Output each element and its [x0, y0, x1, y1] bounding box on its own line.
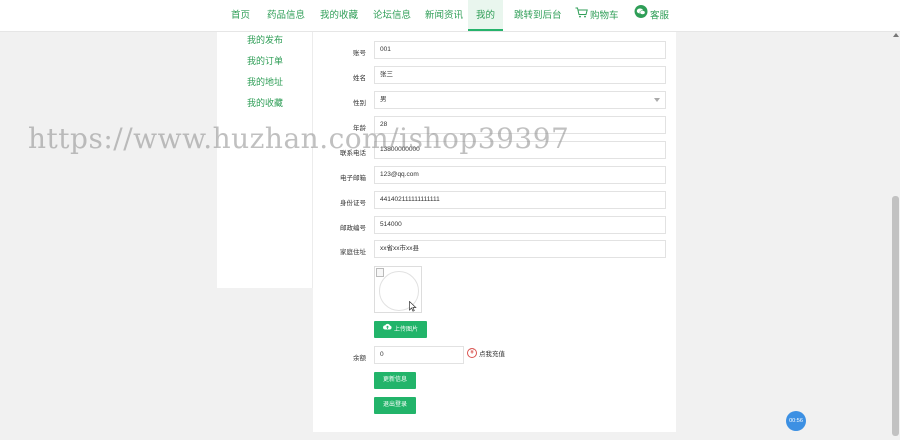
nav-label: 新闻资讯 — [425, 10, 464, 21]
chevron-down-icon — [654, 98, 660, 102]
sidebar-item-my-address[interactable]: 我的地址 — [247, 75, 283, 88]
nav-mine[interactable]: 我的 — [468, 0, 503, 31]
field-label: 身份证号 — [340, 200, 366, 207]
mouse-cursor-icon — [409, 299, 417, 317]
update-info-button[interactable]: 更新信息 — [374, 372, 416, 389]
age-field[interactable]: 28 — [374, 116, 666, 134]
sidebar-item-my-favorites[interactable]: 我的收藏 — [247, 96, 283, 109]
gender-select[interactable]: 男 — [374, 91, 666, 109]
recharge-label: 点我充值 — [479, 351, 505, 358]
nav-drug-info[interactable]: 药品信息 — [267, 0, 305, 30]
nav-cart[interactable]: 购物车 — [575, 0, 619, 30]
field-label: 家庭住址 — [340, 249, 366, 256]
field-label: 电子邮箱 — [340, 175, 366, 182]
recharge-link[interactable]: ¥ 点我充值 — [467, 348, 505, 358]
upload-image-button[interactable]: 上传图片 — [374, 321, 427, 338]
field-label: 年龄 — [353, 125, 366, 132]
address-field[interactable]: xx省xx市xx县 — [374, 240, 666, 258]
nav-service[interactable]: 客服 — [634, 0, 669, 30]
sidebar: 我的发布 我的订单 我的地址 我的收藏 — [217, 32, 313, 288]
field-label: 性别 — [353, 100, 366, 107]
field-label: 账号 — [353, 50, 366, 57]
wechat-icon — [634, 0, 648, 32]
gender-value: 男 — [380, 96, 387, 103]
phone-field[interactable]: 13800000000 — [374, 141, 666, 159]
nav-forum[interactable]: 论坛信息 — [373, 0, 411, 30]
field-label: 邮政编号 — [340, 225, 366, 232]
nav-label: 购物车 — [590, 10, 619, 22]
floating-timer-badge[interactable]: 00:56 — [786, 411, 806, 431]
top-nav: 首页 药品信息 我的收藏 论坛信息 新闻资讯 我的 跳转到后台 购物车 客服 — [0, 0, 900, 32]
field-label: 联系电话 — [340, 150, 366, 157]
cart-icon — [575, 0, 588, 32]
profile-form: 账号 001 姓名 张三 性别 男 年龄 28 联系电话 13800000000… — [313, 32, 676, 432]
yuan-icon: ¥ — [467, 348, 477, 358]
nav-label: 客服 — [650, 10, 670, 22]
nav-label: 跳转到后台 — [514, 10, 562, 21]
field-label: 姓名 — [353, 75, 366, 82]
id-card-field[interactable]: 441402111111111111 — [374, 191, 666, 209]
nav-label: 首页 — [231, 10, 251, 21]
broken-image-icon — [376, 268, 384, 277]
upload-label: 上传图片 — [393, 327, 418, 334]
cloud-upload-icon — [383, 321, 392, 338]
balance-field[interactable]: 0 — [374, 346, 464, 364]
nav-label: 我的收藏 — [320, 10, 359, 21]
nav-favorites[interactable]: 我的收藏 — [320, 0, 358, 30]
email-field[interactable]: 123@qq.com — [374, 166, 666, 184]
nav-news[interactable]: 新闻资讯 — [425, 0, 463, 30]
nav-backend[interactable]: 跳转到后台 — [514, 0, 562, 30]
scrollbar-thumb[interactable] — [892, 196, 899, 436]
postal-code-field[interactable]: 514000 — [374, 216, 666, 234]
nav-home[interactable]: 首页 — [231, 0, 250, 30]
balance-label: 余额 — [353, 355, 366, 362]
nav-label: 我的 — [475, 10, 495, 21]
sidebar-item-my-posts[interactable]: 我的发布 — [247, 33, 283, 46]
account-field[interactable]: 001 — [374, 41, 666, 59]
sidebar-item-my-orders[interactable]: 我的订单 — [247, 54, 283, 67]
logout-button[interactable]: 退出登录 — [374, 397, 416, 414]
name-field[interactable]: 张三 — [374, 66, 666, 84]
nav-label: 论坛信息 — [373, 10, 412, 21]
scroll-up-arrow-icon[interactable] — [893, 33, 899, 37]
nav-label: 药品信息 — [267, 10, 306, 21]
